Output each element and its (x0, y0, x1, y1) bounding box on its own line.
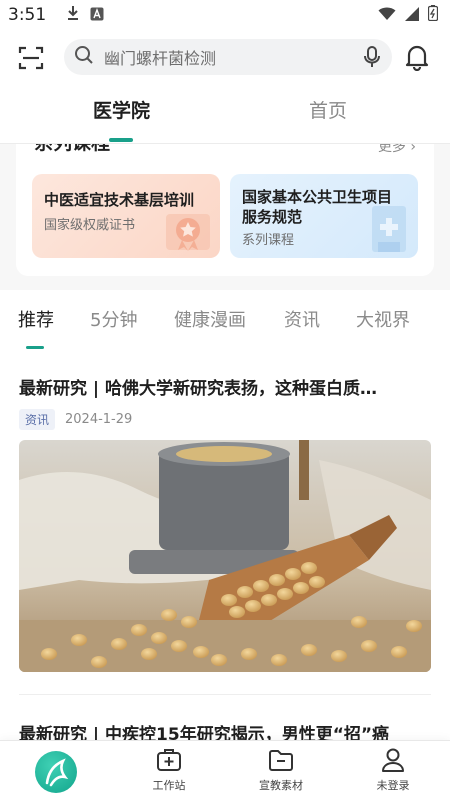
toolbox-plus-icon (157, 749, 181, 771)
app-notification-icon (90, 6, 104, 25)
microphone-icon[interactable] (362, 46, 382, 72)
course-card-public-health[interactable]: 国家基本公共卫生项目服务规范 系列课程 (230, 174, 418, 258)
folder-icon (269, 750, 293, 771)
tab-news[interactable]: 资讯 (284, 306, 320, 332)
nav-education-materials[interactable]: 宣教素材 (241, 747, 321, 793)
nav-label: 未登录 (376, 779, 410, 792)
article-title: 最新研究 | 哈佛大学新研究表扬，这种蛋白质… (19, 379, 378, 399)
tab-five-minutes[interactable]: 5分钟 (90, 306, 137, 332)
article-tag: 资讯 (19, 409, 56, 430)
wifi-icon (378, 6, 396, 25)
article-date: 2024-1-29 (65, 412, 133, 427)
notification-button[interactable] (404, 43, 432, 72)
status-bar: 3:51 (0, 0, 450, 30)
course-panel: 系列课程 更多 › 中医适宜技术基层培训 国家级权威证书 国 (16, 144, 434, 276)
scan-button[interactable] (17, 44, 47, 74)
search-icon (74, 45, 94, 69)
tab-health-comics[interactable]: 健康漫画 (174, 306, 246, 332)
course-more-label: 更多 (377, 144, 406, 155)
cell-signal-icon (404, 6, 420, 25)
nav-label: 工作站 (152, 779, 186, 792)
bell-icon (405, 45, 429, 72)
screen: 3:51 幽门螺杆菌检测 医学院 首页 更多 › 中医适宜技术基层培训 国家级权… (0, 0, 450, 800)
course-card-subtitle: 国家级权威证书 (44, 218, 136, 233)
nav-profile[interactable]: 未登录 (353, 747, 433, 793)
top-tab-indicator (109, 138, 133, 142)
category-tabs: 推荐 5分钟 健康漫画 资讯 大视界 (0, 306, 450, 350)
nav-workstation[interactable]: 工作站 (129, 747, 209, 793)
search-input[interactable]: 幽门螺杆菌检测 (64, 39, 392, 75)
course-card-tcm[interactable]: 中医适宜技术基层培训 国家级权威证书 (32, 174, 220, 258)
status-time: 3:51 (8, 5, 47, 25)
course-section-title: 系列课程 (34, 144, 110, 155)
download-icon (66, 5, 80, 25)
certificate-medal-icon (160, 206, 216, 258)
bottom-nav: 工作站 宣教素材 未登录 (0, 740, 450, 800)
leaf-logo-icon (45, 758, 69, 787)
tab-home[interactable]: 首页 (309, 96, 347, 123)
hospital-icon (362, 200, 414, 258)
course-card-subtitle: 系列课程 (242, 233, 295, 248)
nav-label: 宣教素材 (259, 779, 303, 792)
article-image (19, 440, 431, 672)
app-logo-button[interactable] (35, 751, 77, 793)
battery-icon (427, 5, 439, 25)
search-placeholder: 幽门螺杆菌检测 (104, 49, 217, 68)
category-tab-indicator (26, 346, 44, 349)
article-card[interactable]: 最新研究 | 哈佛大学新研究表扬，这种蛋白质… 资讯 2024-1-29 (19, 374, 431, 672)
search-header: 幽门螺杆菌检测 (0, 38, 450, 78)
tab-medical-school[interactable]: 医学院 (93, 96, 150, 123)
tab-recommend[interactable]: 推荐 (18, 306, 54, 332)
chevron-right-icon: › (410, 144, 416, 155)
top-tabs: 医学院 首页 (0, 96, 450, 144)
article-divider (19, 694, 431, 695)
user-icon (382, 748, 404, 772)
course-section: 系列课程 更多 › 中医适宜技术基层培训 国家级权威证书 国 (0, 144, 450, 290)
tab-big-vision[interactable]: 大视界 (356, 306, 410, 332)
scan-icon (18, 46, 44, 70)
course-more-link[interactable]: 更多 › (378, 144, 416, 156)
